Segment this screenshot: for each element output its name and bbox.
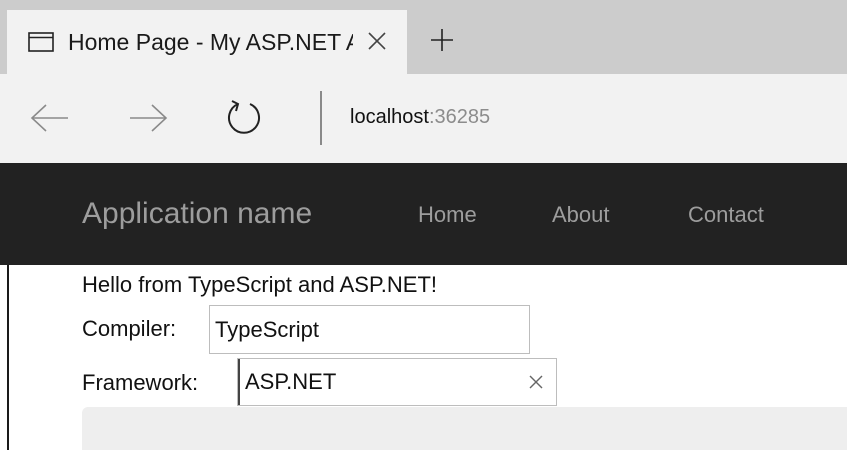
content-panel [82,407,847,450]
refresh-icon[interactable] [225,98,263,136]
framework-field[interactable] [237,358,557,406]
window-edge [7,265,9,450]
tab-title: Home Page - My ASP.NET Application [68,29,353,55]
site-navbar: Application name Home About Contact [0,163,847,265]
close-icon[interactable] [365,29,389,53]
address-port: :36285 [428,106,491,128]
address-bar[interactable]: localhost:36285 [350,102,490,132]
nav-about-link[interactable]: About [552,200,610,230]
page-content: Hello from TypeScript and ASP.NET! Compi… [0,265,847,450]
compiler-label: Compiler: [82,316,177,341]
plus-icon[interactable] [430,28,454,52]
nav-home-link[interactable]: Home [418,200,477,230]
address-host: localhost [350,106,429,128]
page-icon [28,32,54,52]
greeting-text: Hello from TypeScript and ASP.NET! [82,272,438,297]
tab-home-page[interactable]: Home Page - My ASP.NET Application [7,10,407,74]
tab-strip: Home Page - My ASP.NET Application [0,0,847,74]
brand-link[interactable]: Application name [82,195,312,233]
clear-icon[interactable] [526,372,546,392]
address-divider [320,91,322,145]
nav-contact-link[interactable]: Contact [688,200,764,230]
arrow-left-icon[interactable] [30,103,70,133]
browser-window: Home Page - My ASP.NET Application [0,0,847,450]
framework-label: Framework: [82,370,199,395]
browser-toolbar: localhost:36285 [0,74,847,163]
compiler-input[interactable] [209,305,530,354]
arrow-right-icon[interactable] [128,103,168,133]
framework-input[interactable] [238,359,518,405]
